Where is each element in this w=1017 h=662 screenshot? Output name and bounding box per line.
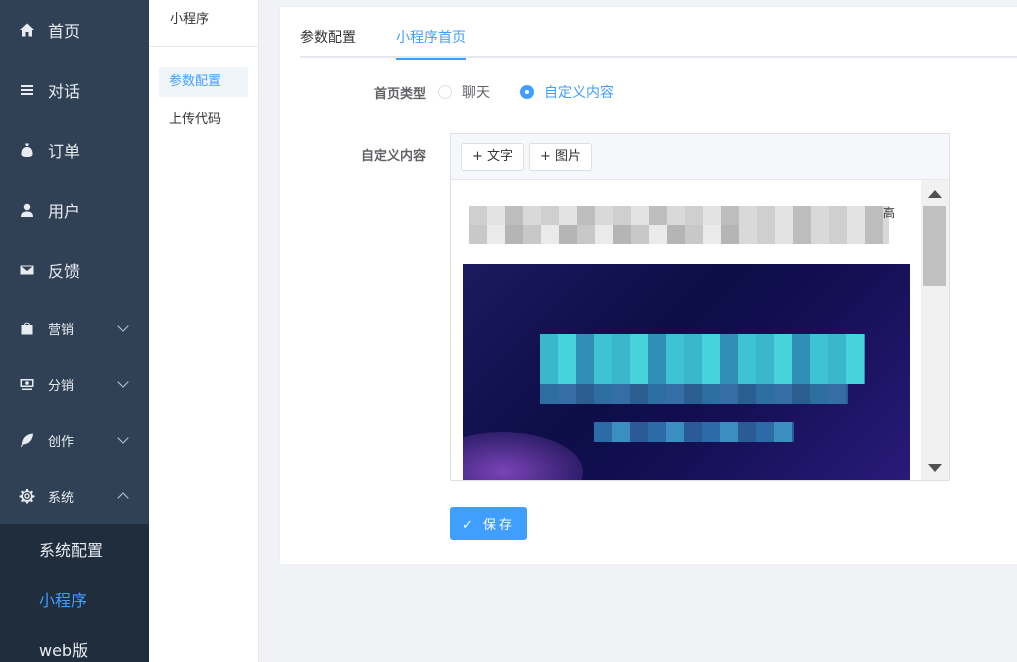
- editor-toolbar: + 文字 + 图片: [451, 134, 949, 180]
- nav-item-users[interactable]: 用户: [0, 180, 149, 240]
- feather-icon: [18, 431, 36, 449]
- radio-chat[interactable]: 聊天: [438, 82, 490, 102]
- secondary-menu: 小程序 参数配置 上传代码: [149, 0, 259, 662]
- editor-scrollbar[interactable]: [921, 180, 949, 480]
- nav-label: 创作: [48, 434, 75, 450]
- gear-icon: [18, 487, 36, 505]
- nav-item-marketing[interactable]: 营销: [0, 300, 149, 356]
- secondary-menu-title: 小程序: [149, 0, 258, 47]
- nav-label: 反馈: [48, 262, 81, 281]
- banner-pixelated-title-shadow: [540, 384, 848, 404]
- banner-pixelated-subtitle: [594, 422, 794, 442]
- banner-pixelated-title: [540, 334, 865, 384]
- add-text-button[interactable]: + 文字: [461, 142, 525, 171]
- nav-label: 对话: [48, 82, 81, 101]
- text-fragment: 高: [883, 206, 896, 220]
- scroll-up-arrow-icon[interactable]: [928, 190, 942, 198]
- nav-label: 首页: [48, 22, 81, 41]
- nav-label: 分销: [48, 378, 75, 394]
- nav-item-distribution[interactable]: 分销: [0, 356, 149, 412]
- list-icon: [18, 81, 36, 99]
- sub-item-miniprogram[interactable]: 小程序: [0, 574, 149, 624]
- radio-circle: [438, 85, 452, 99]
- radio-circle: [520, 85, 534, 99]
- home-type-label: 首页类型: [373, 86, 426, 102]
- radio-custom-content[interactable]: 自定义内容: [520, 82, 614, 102]
- secondary-item-params[interactable]: 参数配置: [159, 67, 248, 97]
- tab-miniprogram-home[interactable]: 小程序首页: [396, 23, 506, 60]
- banner-image: [463, 264, 910, 480]
- nav-label: 系统: [48, 490, 75, 506]
- system-submenu: 系统配置 小程序 web版: [0, 524, 149, 662]
- chevron-down-icon: [117, 432, 129, 444]
- nav-item-feedback[interactable]: 反馈: [0, 240, 149, 300]
- editor-content[interactable]: 高: [451, 180, 949, 480]
- scroll-thumb[interactable]: [923, 206, 946, 286]
- tab-params[interactable]: 参数配置: [300, 23, 396, 58]
- content-editor: + 文字 + 图片 高: [450, 133, 950, 481]
- nav-item-home[interactable]: 首页: [0, 0, 149, 60]
- home-type-row: 首页类型 聊天 自定义内容: [300, 82, 644, 102]
- nav-item-creation[interactable]: 创作: [0, 412, 149, 468]
- nav-item-chat[interactable]: 对话: [0, 60, 149, 120]
- home-icon: [18, 21, 36, 39]
- sub-item-web[interactable]: web版: [0, 624, 149, 662]
- chevron-down-icon: [117, 376, 129, 388]
- custom-content-row: 自定义内容: [300, 145, 438, 164]
- user-icon: [18, 201, 36, 219]
- mail-icon: [18, 261, 36, 279]
- sub-item-system-config[interactable]: 系统配置: [0, 524, 149, 574]
- check-icon: ✓: [461, 518, 483, 533]
- radio-label: 聊天: [462, 85, 490, 101]
- add-image-button[interactable]: + 图片: [529, 142, 593, 171]
- chevron-down-icon: [117, 320, 129, 332]
- radio-label: 自定义内容: [544, 85, 614, 101]
- tabs: 参数配置 小程序首页: [300, 23, 1017, 60]
- secondary-item-upload-code[interactable]: 上传代码: [159, 105, 248, 135]
- nav-label: 用户: [48, 202, 81, 221]
- sidebar: 首页 对话 订单 用户 反馈 营销 分销 创作 系统 系统配置 小程序 web版: [0, 0, 149, 662]
- banner-glow: [463, 432, 583, 480]
- nav-label: 营销: [48, 322, 75, 338]
- save-label: 保存: [483, 518, 516, 533]
- save-button[interactable]: ✓ 保存: [450, 507, 527, 540]
- blurred-text-block: [469, 206, 889, 244]
- nav-item-system[interactable]: 系统: [0, 468, 149, 524]
- chevron-up-icon: [117, 492, 129, 504]
- nav-item-orders[interactable]: 订单: [0, 120, 149, 180]
- scroll-down-arrow-icon[interactable]: [928, 464, 942, 472]
- nav-label: 订单: [48, 142, 81, 161]
- settings-card: 参数配置 小程序首页 首页类型 聊天 自定义内容 自定义内容 + 文字 + 图片…: [279, 6, 1017, 565]
- shop-icon: [18, 319, 36, 337]
- money-icon: [18, 375, 36, 393]
- bag-icon: [18, 141, 36, 159]
- custom-content-label: 自定义内容: [360, 149, 426, 164]
